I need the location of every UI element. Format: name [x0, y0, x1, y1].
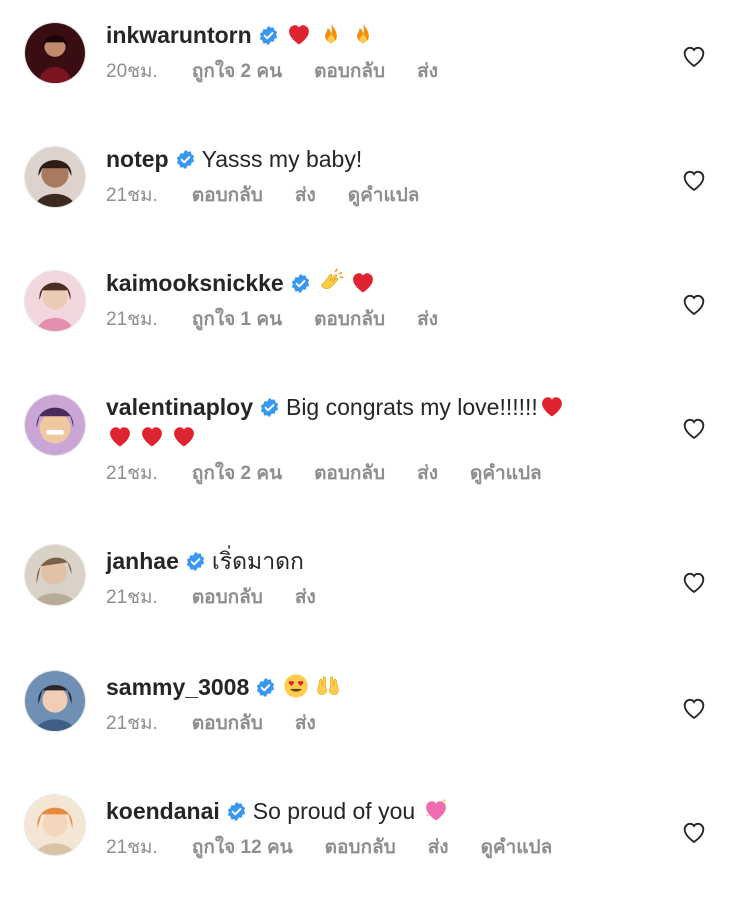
red-heart-icon: [138, 422, 166, 450]
comment-meta: 21ชม. ตอบกลับ ส่ง ดูคำแปล: [106, 184, 636, 208]
red-heart-icon: [285, 20, 313, 48]
like-heart-icon[interactable]: [680, 290, 708, 318]
comment-username[interactable]: koendanai: [106, 798, 220, 824]
comment-item: notep Yasss my baby! 21ชม. ตอบกลับ ส่ง ดูคำแ…: [0, 144, 750, 234]
reply-button[interactable]: ตอบกลับ: [314, 309, 385, 330]
avatar[interactable]: [24, 22, 86, 84]
verified-badge-icon: [258, 25, 279, 46]
comment-item: inkwaruntorn 20ชม. ถูกใจ 2 คน ตอบกลับ ส่ง: [0, 20, 750, 110]
comment-time: 21ชม.: [106, 463, 158, 484]
comment-text: Yasss my baby!: [201, 146, 363, 172]
comment-item: kaimooksnickke 21ชม. ถูกใจ 1 คน ตอบกลับ ส่ง: [0, 268, 750, 358]
verified-badge-icon: [255, 677, 276, 698]
reply-button[interactable]: ตอบกลับ: [314, 463, 385, 484]
verified-badge-icon: [226, 801, 247, 822]
comment-meta: 21ชม. ตอบกลับ ส่ง: [106, 586, 636, 610]
comment-username[interactable]: notep: [106, 146, 169, 172]
red-heart-icon: [170, 422, 198, 450]
heart-eyes-icon: [282, 672, 310, 700]
raising-hands-icon: [314, 672, 342, 700]
verified-badge-icon: [259, 397, 280, 418]
like-heart-icon[interactable]: [680, 568, 708, 596]
comment-time: 21ชม.: [106, 185, 158, 206]
comment-time: 21ชม.: [106, 309, 158, 330]
like-heart-icon[interactable]: [680, 414, 708, 442]
comment-item: valentinaploy Big congrats my love!!!!!! …: [0, 392, 750, 502]
comment-meta: 21ชม. ถูกใจ 12 คน ตอบกลับ ส่ง ดูคำแปล: [106, 836, 636, 860]
verified-badge-icon: [175, 149, 196, 170]
send-button[interactable]: ส่ง: [295, 713, 316, 734]
reply-button[interactable]: ตอบกลับ: [325, 837, 396, 858]
comment-time: 20ชม.: [106, 61, 158, 82]
clapping-hands-icon: [317, 268, 345, 296]
likes-count-link[interactable]: ถูกใจ 12 คน: [192, 837, 293, 858]
translate-link[interactable]: ดูคำแปล: [470, 463, 542, 484]
red-heart-icon: [538, 392, 566, 420]
verified-badge-icon: [185, 551, 206, 572]
likes-count-link[interactable]: ถูกใจ 2 คน: [192, 463, 282, 484]
avatar[interactable]: [24, 544, 86, 606]
send-button[interactable]: ส่ง: [417, 463, 438, 484]
comment-text: So proud of you: [252, 798, 416, 824]
like-heart-icon[interactable]: [680, 166, 708, 194]
comment-username[interactable]: valentinaploy: [106, 394, 253, 420]
comment-item: koendanai So proud of you 21ชม. ถูกใจ 12 ค…: [0, 794, 750, 886]
comment-username[interactable]: janhae: [106, 548, 179, 574]
comment-meta: 21ชม. ถูกใจ 1 คน ตอบกลับ ส่ง: [106, 308, 636, 332]
comment-text: เริ่ดมาดก: [211, 548, 304, 574]
reply-button[interactable]: ตอบกลับ: [192, 713, 263, 734]
send-button[interactable]: ส่ง: [417, 309, 438, 330]
reply-button[interactable]: ตอบกลับ: [192, 185, 263, 206]
comment-text: Big congrats my love!!!!!!: [285, 394, 538, 420]
avatar[interactable]: [24, 394, 86, 456]
avatar[interactable]: [24, 794, 86, 856]
comment-meta: 21ชม. ตอบกลับ ส่ง: [106, 712, 636, 736]
comment-item: janhae เริ่ดมาดก 21ชม. ตอบกลับ ส่ง: [0, 544, 750, 636]
fire-icon: [317, 20, 345, 48]
send-button[interactable]: ส่ง: [417, 61, 438, 82]
likes-count-link[interactable]: ถูกใจ 1 คน: [192, 309, 282, 330]
likes-count-link[interactable]: ถูกใจ 2 คน: [192, 61, 282, 82]
translate-link[interactable]: ดูคำแปล: [481, 837, 553, 858]
red-heart-icon: [349, 268, 377, 296]
comment-item: sammy_3008 21ชม. ตอบกลับ ส่ง: [0, 670, 750, 762]
like-heart-icon[interactable]: [680, 694, 708, 722]
comment-username[interactable]: inkwaruntorn: [106, 22, 252, 48]
comment-time: 21ชม.: [106, 587, 158, 608]
comment-username[interactable]: kaimooksnickke: [106, 270, 284, 296]
sparkling-heart-icon: [422, 796, 450, 824]
reply-button[interactable]: ตอบกลับ: [192, 587, 263, 608]
like-heart-icon[interactable]: [680, 42, 708, 70]
avatar[interactable]: [24, 270, 86, 332]
like-heart-icon[interactable]: [680, 818, 708, 846]
comment-username[interactable]: sammy_3008: [106, 674, 249, 700]
send-button[interactable]: ส่ง: [295, 185, 316, 206]
send-button[interactable]: ส่ง: [428, 837, 449, 858]
fire-icon: [349, 20, 377, 48]
comment-time: 21ชม.: [106, 713, 158, 734]
comment-time: 21ชม.: [106, 837, 158, 858]
verified-badge-icon: [290, 273, 311, 294]
avatar[interactable]: [24, 146, 86, 208]
translate-link[interactable]: ดูคำแปล: [348, 185, 420, 206]
comment-list: inkwaruntorn 20ชม. ถูกใจ 2 คน ตอบกลับ ส่ง n…: [0, 0, 750, 897]
comment-meta: 20ชม. ถูกใจ 2 คน ตอบกลับ ส่ง: [106, 60, 636, 84]
red-heart-icon: [106, 422, 134, 450]
send-button[interactable]: ส่ง: [295, 587, 316, 608]
avatar[interactable]: [24, 670, 86, 732]
comment-meta: 21ชม. ถูกใจ 2 คน ตอบกลับ ส่ง ดูคำแปล: [106, 462, 636, 486]
reply-button[interactable]: ตอบกลับ: [314, 61, 385, 82]
